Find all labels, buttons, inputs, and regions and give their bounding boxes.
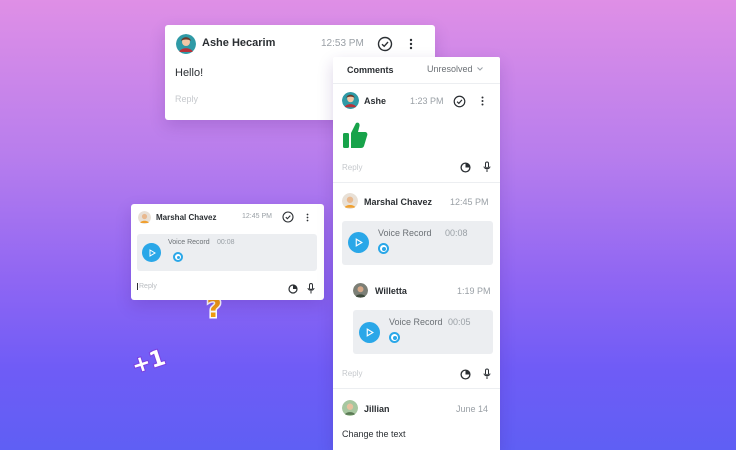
avatar [342,400,358,416]
reply-field[interactable]: Reply [342,369,362,378]
avatar [342,193,358,209]
reply-field[interactable]: Reply [342,163,362,172]
reply-field[interactable]: Reply [175,94,198,104]
voice-record: Voice Record 00:08 [137,234,317,271]
author-name: Ashe [364,96,387,106]
voice-title: Voice Record [168,239,210,246]
resolve-check-icon[interactable] [452,94,466,108]
microphone-icon[interactable] [306,282,316,294]
avatar [176,34,196,54]
author-name: Willetta [375,286,407,296]
panel-title: Comments [347,65,394,75]
more-options-icon[interactable] [302,211,312,223]
playback-indicator[interactable] [173,252,183,262]
author-name: Ashe Hecarim [202,37,276,49]
resolve-check-icon[interactable] [282,211,294,223]
resolve-check-icon[interactable] [377,36,393,52]
comment-text: Hello! [175,67,204,79]
play-button[interactable] [348,232,369,253]
author-name: Marshal Chavez [364,197,433,207]
divider [333,83,500,84]
avatar [342,92,359,109]
voice-title: Voice Record [389,317,443,327]
voice-record: Voice Record 00:05 [353,310,493,354]
author-name: Marshal Chavez [156,213,217,222]
thumbs-up-icon [342,121,368,149]
author-name: Jillian [364,404,390,414]
timestamp: June 14 [456,404,489,414]
chevron-down-icon [476,67,483,71]
emoji-icon[interactable] [287,283,298,294]
play-button[interactable] [142,243,161,262]
reply-field[interactable]: Reply [137,283,157,290]
voice-duration: 00:08 [445,228,468,238]
timestamp: 1:19 PM [457,286,491,296]
avatar [353,283,368,298]
voice-duration: 00:08 [217,239,235,246]
timestamp: 12:53 PM [321,38,364,49]
comment-text: Change the text [342,429,406,439]
comment-card-marshal: Marshal Chavez 12:45 PM Voice Record 00:… [131,204,324,300]
timestamp: 1:23 PM [410,96,444,106]
emoji-icon[interactable] [459,161,471,173]
play-button[interactable] [359,322,380,343]
voice-title: Voice Record [378,228,432,238]
microphone-icon[interactable] [482,160,492,173]
voice-record: Voice Record 00:08 [342,221,493,265]
divider [333,182,500,183]
emoji-icon[interactable] [459,368,471,380]
more-options-icon[interactable] [405,36,417,52]
timestamp: 12:45 PM [242,213,272,220]
voice-duration: 00:05 [448,317,471,327]
filter-dropdown[interactable]: Unresolved [427,64,483,74]
svg-text:+1: +1 [129,345,167,377]
divider [333,388,500,389]
playback-indicator[interactable] [389,332,400,343]
timestamp: 12:45 PM [450,197,489,207]
comments-panel: Comments Unresolved Ashe 1:23 PM Reply M… [333,57,500,450]
plus-one-sticker-icon: +1 [128,343,170,380]
avatar [138,211,151,224]
microphone-icon[interactable] [482,367,492,380]
playback-indicator[interactable] [378,243,389,254]
filter-label: Unresolved [427,64,473,74]
more-options-icon[interactable] [477,95,487,107]
